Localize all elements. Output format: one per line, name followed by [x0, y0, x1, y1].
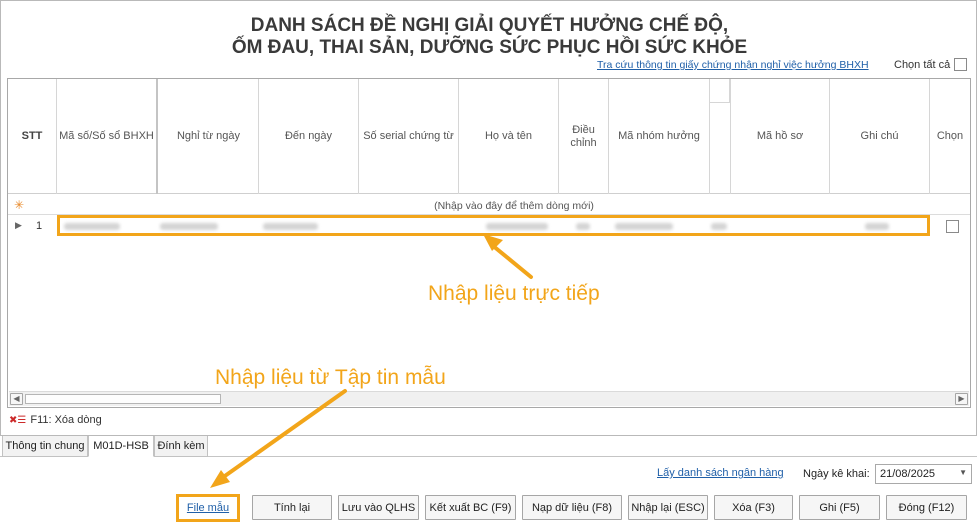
- close-button[interactable]: Đóng (F12): [886, 495, 967, 520]
- horizontal-scrollbar[interactable]: ◀ ▶: [9, 391, 969, 406]
- column-header-narrow[interactable]: [710, 79, 730, 103]
- column-header-stt[interactable]: STT: [8, 79, 57, 194]
- page-title: DANH SÁCH ĐỀ NGHỊ GIẢI QUYẾT HƯỞNG CHẾ Đ…: [1, 15, 977, 59]
- file-sample-button[interactable]: File mẫu: [176, 494, 240, 522]
- column-header-note[interactable]: Ghi chú: [830, 79, 930, 194]
- save-to-qlhs-button[interactable]: Lưu vào QLHS: [338, 495, 419, 520]
- recalculate-button[interactable]: Tính lại: [252, 495, 332, 520]
- tab-attachments[interactable]: Đính kèm: [154, 436, 208, 457]
- file-sample-label: File mẫu: [186, 502, 230, 514]
- row-select-checkbox[interactable]: [946, 220, 959, 233]
- column-header-full-name[interactable]: Họ và tên: [459, 79, 559, 194]
- chevron-down-icon[interactable]: ▼: [959, 468, 967, 477]
- new-row[interactable]: ✳ (Nhập vào đây để thêm dòng mới): [8, 197, 970, 215]
- tab-m01d-hsb[interactable]: M01D-HSB: [88, 436, 154, 457]
- bank-list-link[interactable]: Lấy danh sách ngân hàng: [657, 467, 784, 479]
- select-all[interactable]: Chọn tất cả: [894, 58, 968, 71]
- scroll-right-icon[interactable]: ▶: [955, 393, 968, 405]
- row-index: 1: [36, 220, 43, 232]
- delete-row-label: F11: Xóa dòng: [30, 414, 102, 426]
- form-panel: DANH SÁCH ĐỀ NGHỊ GIẢI QUYẾT HƯỞNG CHẾ Đ…: [0, 0, 977, 436]
- lookup-certificate-link[interactable]: Tra cứu thông tin giấy chứng nhận nghỉ v…: [597, 59, 869, 71]
- title-line-2: ỐM ĐAU, THAI SẢN, DƯỠNG SỨC PHỤC HỒI SỨC…: [231, 37, 748, 58]
- column-header-from-date[interactable]: Nghỉ từ ngày: [159, 79, 259, 194]
- select-all-checkbox[interactable]: [954, 58, 968, 71]
- new-row-hint: (Nhập vào đây để thêm dòng mới): [434, 200, 594, 212]
- column-header-to-date[interactable]: Đến ngày: [259, 79, 359, 194]
- column-header-adjust[interactable]: Điều chỉnh: [559, 79, 609, 194]
- column-header-file-code[interactable]: Mã hồ sơ: [730, 79, 830, 194]
- save-button[interactable]: Ghi (F5): [799, 495, 880, 520]
- annotation-direct-entry: Nhập liệu trực tiếp: [428, 282, 600, 305]
- column-header-benefit-group[interactable]: Mã nhóm hưởng: [609, 79, 710, 194]
- tab-bar: Thông tin chung M01D-HSB Đính kèm: [0, 436, 977, 457]
- title-line-1: DANH SÁCH ĐỀ NGHỊ GIẢI QUYẾT HƯỞNG CHẾ Đ…: [250, 15, 729, 36]
- declare-date-value: 21/08/2025: [880, 468, 936, 480]
- reenter-button[interactable]: Nhập lại (ESC): [628, 495, 708, 520]
- data-grid: STT Mã số/Số sổ BHXH Nghỉ từ ngày Đến ng…: [7, 78, 971, 408]
- scrollbar-thumb[interactable]: [25, 394, 221, 404]
- declare-date-picker[interactable]: 21/08/2025 ▼: [875, 464, 972, 484]
- tab-general-info[interactable]: Thông tin chung: [2, 436, 88, 457]
- direct-entry-highlight: [57, 215, 930, 236]
- scroll-left-icon[interactable]: ◀: [10, 393, 23, 405]
- export-report-button[interactable]: Kết xuất BC (F9): [425, 495, 516, 520]
- grid-header: STT Mã số/Số sổ BHXH Nghỉ từ ngày Đến ng…: [8, 79, 970, 194]
- column-header-select[interactable]: Chọn: [930, 79, 970, 194]
- annotation-file-entry: Nhập liệu từ Tập tin mẫu: [215, 366, 446, 389]
- row-pointer-icon: ▶: [15, 220, 22, 230]
- declare-date-label: Ngày kê khai:: [803, 468, 870, 480]
- delete-button[interactable]: Xóa (F3): [714, 495, 793, 520]
- column-header-serial[interactable]: Số serial chứng từ: [359, 79, 459, 194]
- column-header-bhxh[interactable]: Mã số/Số sổ BHXH: [57, 79, 158, 194]
- load-data-button[interactable]: Nạp dữ liệu (F8): [522, 495, 622, 520]
- delete-row-hint[interactable]: ✖☰ F11: Xóa dòng: [9, 414, 102, 426]
- select-all-label: Chọn tất cả: [894, 58, 951, 71]
- new-row-star-icon: ✳: [14, 198, 25, 212]
- delete-row-icon: ✖☰: [9, 414, 27, 426]
